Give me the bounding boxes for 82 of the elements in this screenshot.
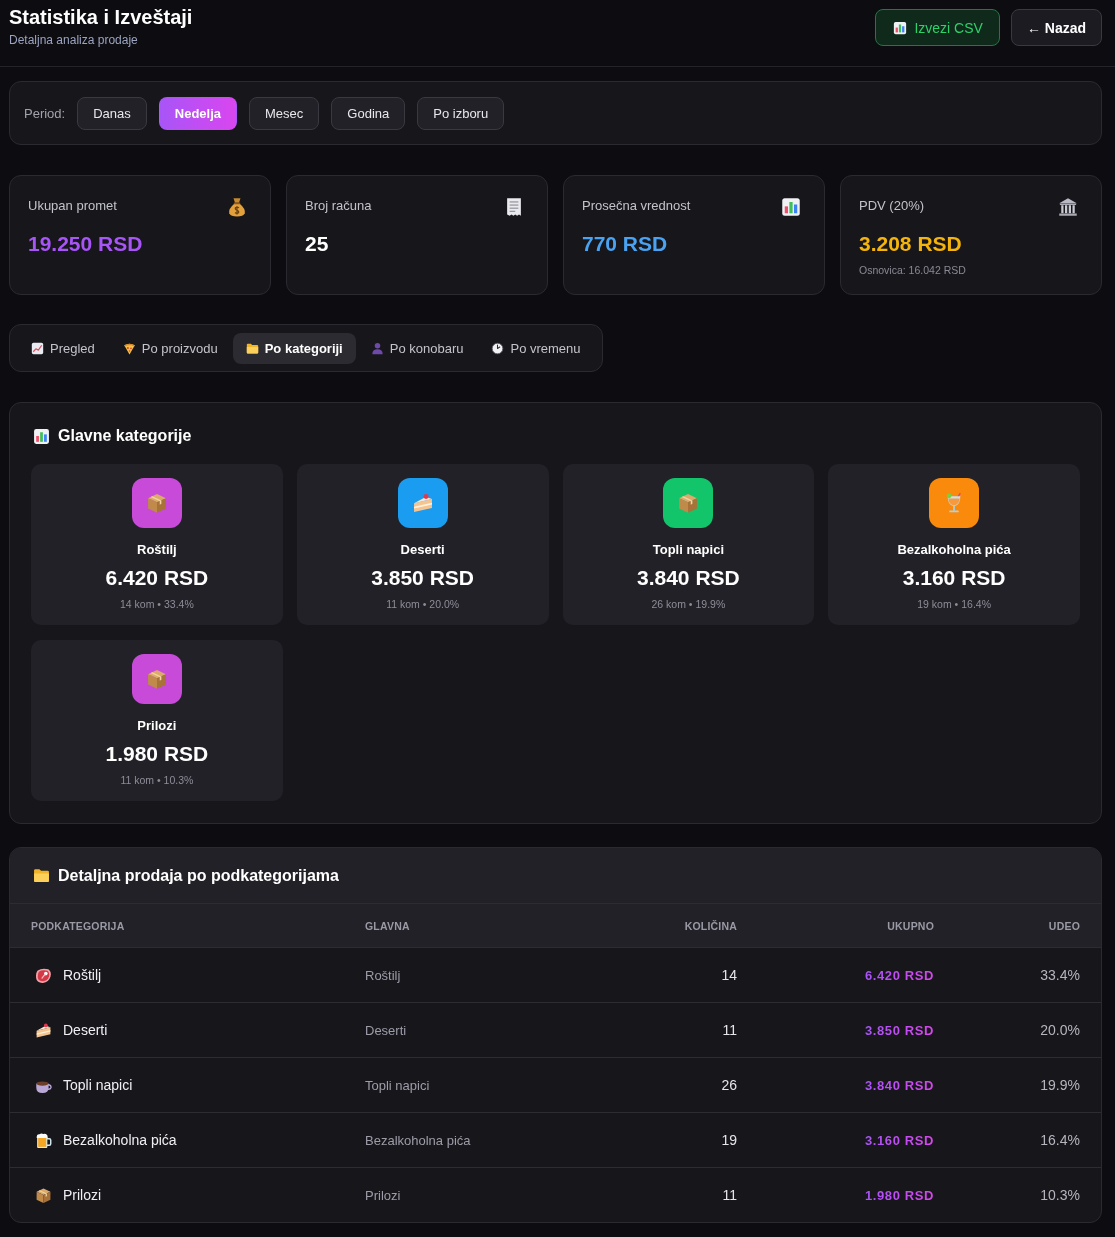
table-cell: Deserti [365,1022,407,1038]
stat-label: PDV (20%) [859,197,925,215]
category-total: 3.840 RSD [637,565,740,591]
period-option[interactable]: Nedelja [158,96,238,130]
column-header: UDEO [1048,919,1080,932]
category-name: Topli napici [652,542,724,558]
stat-value: 19.250 RSD [28,231,144,257]
period-option[interactable]: Danas [77,96,147,130]
receipt-icon [504,197,524,217]
stat-value: 770 RSD [582,231,669,257]
bank-building-icon [1058,197,1078,217]
line-chart-icon [31,341,44,355]
table-cell: Topli napici [365,1077,430,1093]
column-header: PODKATEGORIJA [31,919,125,932]
table-cell: Bezalkoholna pića [365,1132,471,1148]
money-bag-icon [227,197,247,217]
table-cell: 11 [722,1187,737,1203]
category-total: 3.850 RSD [371,565,474,591]
folder-icon [245,341,259,355]
table-cell: 19.9% [1040,1077,1080,1093]
stat-note: Osnovica: 16.042 RSD [859,263,967,277]
export-button[interactable]: Izvezi CSV [875,9,1000,46]
column-header: UKUPNO [887,919,934,932]
category-details: 11 kom • 20.0% [386,597,460,611]
period-option[interactable]: Po izboru [417,96,505,130]
table-cell: Roštilj [365,967,401,983]
table-cell: Deserti [63,1022,108,1038]
clock-icon [491,341,505,355]
bar-chart-icon [33,427,50,445]
person-icon [370,341,384,355]
tab[interactable]: Po vremenu [478,332,594,364]
page-subtitle: Detaljna analiza prodaje [9,32,139,48]
stat-value: 3.208 RSD [859,231,963,257]
period-option[interactable]: Mesec [249,96,320,130]
column-header: GLAVNA [365,919,410,932]
period-option[interactable]: Godina [331,96,406,130]
folder-icon [33,867,50,884]
cake-slice-icon [35,1021,52,1039]
tab[interactable]: Pregled [18,332,108,364]
category-name: Deserti [400,542,445,558]
stat-label: Prosečna vrednost [582,197,691,215]
table-cell: 20.0% [1040,1022,1080,1038]
category-name: Bezalkoholna pića [897,542,1011,558]
category-details: 19 kom • 16.4% [917,597,991,611]
period-label: Period: [24,105,66,121]
table-cell: 11 [722,1022,737,1038]
table-cell: Bezalkoholna pića [63,1132,177,1148]
stat-label: Ukupan promet [28,197,117,215]
steak-icon [35,966,52,984]
table-cell: 19 [721,1132,737,1148]
table-cell: 10.3% [1040,1187,1080,1203]
table-cell: 26 [721,1077,737,1093]
back-button[interactable]: ← Nazad [1010,9,1102,46]
category-details: 11 kom • 10.3% [120,773,194,787]
bar-chart-icon [893,20,908,35]
section-title: Glavne kategorije [58,426,192,446]
column-header: KOLIČINA [684,919,737,932]
page-title: Statistika i Izveštaji [9,5,193,29]
table-cell: Roštilj [63,967,102,983]
table-cell: Topli napici [63,1077,133,1093]
table-cell: 33.4% [1040,967,1080,983]
bar-chart-icon [781,197,801,217]
category-total: 1.980 RSD [105,741,209,767]
box-icon [35,1186,52,1204]
table-cell: Prilozi [63,1187,102,1203]
tab[interactable]: Po konobaru [357,332,477,364]
table-cell: Prilozi [365,1187,401,1203]
table-cell: 14 [721,967,737,983]
table-cell: 16.4% [1040,1132,1080,1148]
category-name: Roštilj [137,542,177,558]
tab[interactable]: Po proizvodu [109,332,231,364]
section-title: Detaljna prodaja po podkategorijama [58,866,339,885]
category-details: 26 kom • 19.9% [651,597,726,611]
tab[interactable]: Po kategoriji [232,332,356,364]
category-name: Prilozi [137,718,177,734]
stat-label: Broj računa [305,197,372,215]
category-total: 3.160 RSD [902,565,1006,591]
beer-mug-icon [35,1131,52,1149]
category-details: 14 kom • 33.4% [120,597,194,611]
stat-value: 25 [305,231,330,257]
category-total: 6.420 RSD [105,565,209,591]
pizza-slice-icon [122,341,136,355]
